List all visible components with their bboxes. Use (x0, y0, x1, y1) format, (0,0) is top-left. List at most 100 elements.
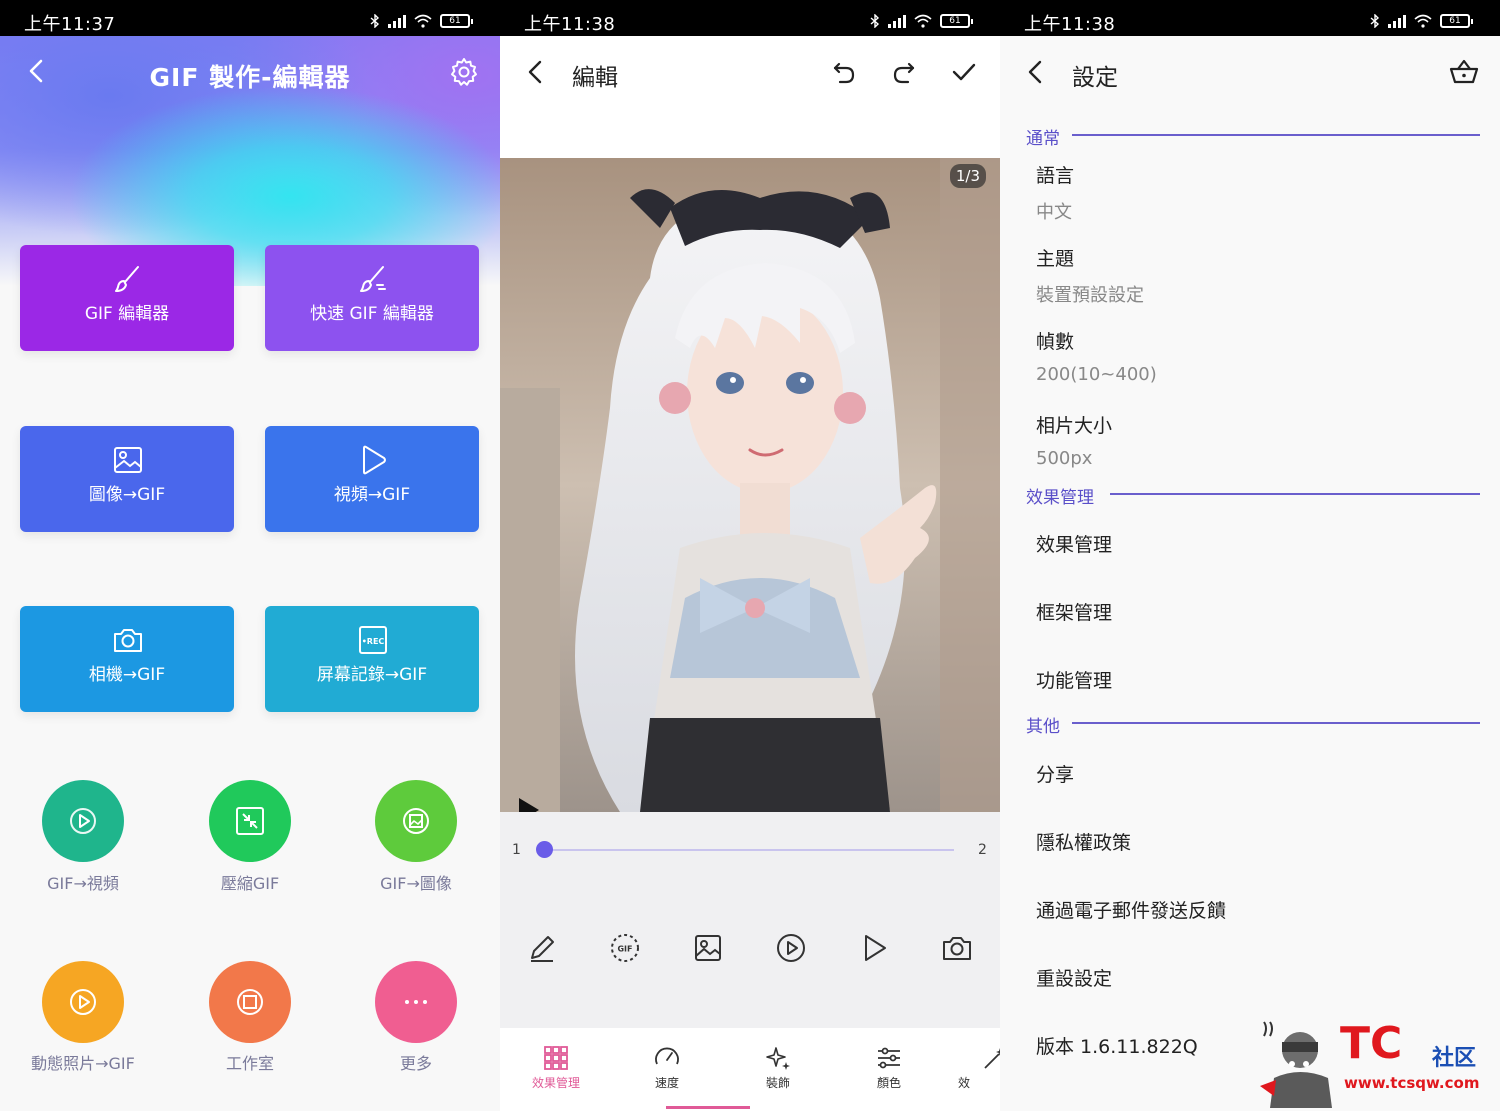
status-bar: 上午11:37 61 (0, 0, 500, 36)
compress-gif-label: 壓縮GIF (220, 874, 280, 893)
gif-editor-button[interactable]: GIF 編輯器 (20, 245, 234, 351)
image-icon (114, 447, 142, 473)
section-general-header: 通常 (1026, 129, 1060, 149)
editor-bottom-nav: 效果管理 速度 裝飾 顏色 效 (500, 1028, 1000, 1111)
back-arrow-icon[interactable] (522, 58, 550, 86)
play-outline-icon (363, 445, 386, 475)
camera-icon (114, 629, 142, 652)
sliders-icon (878, 1047, 900, 1069)
editor-title: 編輯 (572, 65, 618, 91)
gif-badge-icon[interactable]: GIF (609, 932, 641, 964)
quick-brush-icon (360, 266, 386, 292)
setting-frame-manage[interactable]: 框架管理 (1036, 598, 1112, 625)
frame-slider-thumb[interactable] (536, 841, 553, 858)
setting-photo-size-value: 500px (1036, 448, 1093, 469)
nav-speed[interactable]: 速度 (632, 1044, 702, 1091)
setting-photo-size[interactable]: 相片大小 (1036, 411, 1112, 438)
gif-to-video-button[interactable] (42, 780, 124, 862)
live-photo-icon (70, 989, 96, 1015)
setting-feature-manage[interactable]: 功能管理 (1036, 666, 1112, 693)
image-icon[interactable] (692, 932, 724, 964)
redo-icon[interactable] (890, 58, 918, 86)
live-photo-to-gif-button[interactable] (42, 961, 124, 1043)
camera-icon[interactable] (941, 932, 973, 964)
tile-label: GIF 編輯器 (84, 304, 170, 324)
gear-icon[interactable] (448, 56, 480, 88)
pencil-icon[interactable] (526, 932, 558, 964)
studio-icon (237, 989, 263, 1015)
signal-icon (1388, 14, 1406, 28)
tile-label: 相機→GIF (88, 665, 166, 685)
nav-label: 裝飾 (765, 1076, 790, 1090)
play-icon[interactable] (516, 796, 542, 812)
nav-decoration[interactable]: 裝飾 (743, 1044, 813, 1091)
quick-gif-editor-button[interactable]: 快速 GIF 編輯器 (265, 245, 479, 351)
check-icon[interactable] (950, 58, 978, 86)
grid-icon (544, 1046, 568, 1070)
nav-color[interactable]: 顏色 (854, 1044, 924, 1091)
setting-frames[interactable]: 幀數 (1036, 327, 1074, 354)
active-tab-indicator (666, 1106, 750, 1109)
nav-effect-partial[interactable]: 效 (958, 1044, 1000, 1091)
more-button[interactable] (375, 961, 457, 1043)
signal-icon (888, 14, 906, 28)
nav-label: 速度 (654, 1076, 679, 1090)
bluetooth-icon (370, 14, 380, 28)
basket-icon[interactable] (1448, 56, 1480, 88)
nav-effects[interactable]: 效果管理 (521, 1044, 591, 1091)
wifi-icon (414, 14, 432, 28)
setting-feedback[interactable]: 通過電子郵件發送反饋 (1036, 896, 1226, 923)
section-divider (1110, 493, 1480, 495)
nav-label: 效果管理 (531, 1076, 580, 1090)
setting-share[interactable]: 分享 (1036, 760, 1074, 787)
video-to-gif-button[interactable]: 視頻→GIF (265, 426, 479, 532)
gif-maker-home-screen: GIF 製作-編輯器 上午11:37 61 GIF 編輯器 快速 GIF 編輯器… (0, 0, 500, 1111)
setting-theme[interactable]: 主題 (1036, 244, 1074, 271)
studio-button[interactable] (209, 961, 291, 1043)
page-indicator: 1/3 (949, 164, 986, 188)
screen-record-to-gif-button[interactable]: •REC 屏幕記錄→GIF (265, 606, 479, 712)
setting-language[interactable]: 語言 (1036, 161, 1074, 188)
undo-icon[interactable] (830, 58, 858, 86)
settings-title: 設定 (1072, 65, 1118, 91)
frame-slider-track[interactable] (544, 849, 954, 851)
section-divider (1072, 722, 1480, 724)
battery-icon: 61 (440, 14, 473, 28)
setting-reset[interactable]: 重設設定 (1036, 964, 1112, 991)
video-circle-icon[interactable] (775, 932, 807, 964)
rec-icon: •REC (359, 626, 387, 654)
watermark-logo: TC (1340, 1018, 1403, 1069)
setting-privacy[interactable]: 隱私權政策 (1036, 828, 1131, 855)
setting-language-value: 中文 (1036, 202, 1072, 223)
settings-app-bar: 設定 (1000, 36, 1500, 108)
tile-label: 屏幕記錄→GIF (316, 665, 428, 685)
status-time: 上午11:38 (1024, 14, 1116, 35)
status-time: 上午11:37 (24, 14, 116, 35)
video-convert-icon (70, 808, 96, 834)
studio-label: 工作室 (225, 1054, 274, 1073)
battery-icon: 61 (940, 14, 973, 28)
editor-screen: 上午11:38 61 編輯 1/3 1 2 GIF 效果管理 速度 裝飾 顏色 … (500, 0, 1000, 1111)
compress-icon (236, 807, 264, 835)
bluetooth-icon (870, 14, 880, 28)
bluetooth-icon (1370, 14, 1380, 28)
frame-end-label: 2 (978, 842, 987, 858)
battery-icon: 61 (1440, 14, 1473, 28)
watermark-url: www.tcsqw.com (1344, 1074, 1480, 1092)
gif-preview-image[interactable]: 1/3 (500, 158, 1000, 812)
editor-app-bar: 編輯 (500, 36, 1000, 108)
back-arrow-icon[interactable] (1022, 58, 1050, 86)
section-divider (1072, 134, 1480, 136)
play-outline-icon[interactable] (858, 932, 890, 964)
gif-to-image-button[interactable] (375, 780, 457, 862)
signal-icon (388, 14, 406, 28)
section-effects-header: 效果管理 (1026, 488, 1094, 508)
compress-gif-button[interactable] (209, 780, 291, 862)
svg-text:GIF: GIF (617, 945, 632, 954)
camera-to-gif-button[interactable]: 相機→GIF (20, 606, 234, 712)
image-to-gif-button[interactable]: 圖像→GIF (20, 426, 234, 532)
tile-label: 快速 GIF 編輯器 (310, 304, 434, 324)
portrait-illustration (500, 158, 1000, 812)
settings-screen: 上午11:38 61 設定 通常 語言 中文 主題 裝置預設設定 幀數 200(… (1000, 0, 1500, 1111)
setting-effect-manage[interactable]: 效果管理 (1036, 530, 1112, 557)
